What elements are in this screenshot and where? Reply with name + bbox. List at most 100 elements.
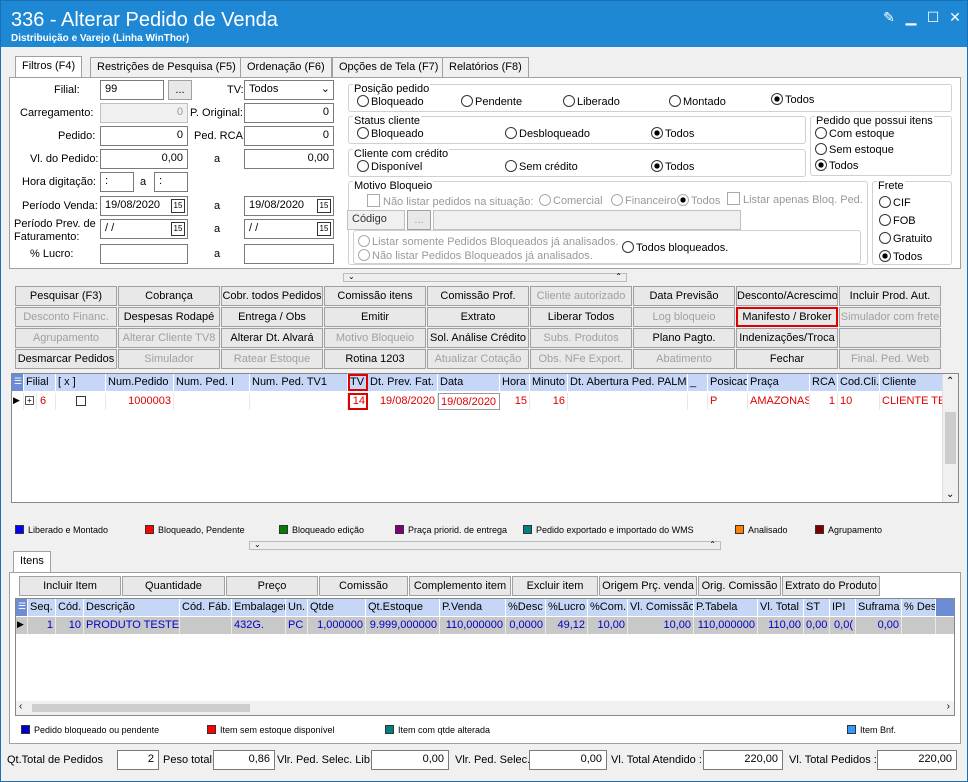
col-p-venda[interactable]: P.Venda: [440, 599, 506, 616]
col-cliente[interactable]: Cliente: [880, 374, 950, 391]
preco-button[interactable]: Preço: [226, 576, 318, 596]
origem-prc-venda-button[interactable]: Origem Prç. venda: [599, 576, 697, 596]
tv-select[interactable]: Todos ⌄: [244, 80, 334, 100]
lucro-from-input[interactable]: [100, 244, 188, 264]
credito-sem-radio[interactable]: Sem crédito: [505, 160, 578, 173]
nao-listar-checkbox[interactable]: Não listar pedidos na situação:: [367, 194, 533, 208]
ped-rca-input[interactable]: 0: [244, 126, 334, 146]
col-data[interactable]: Data: [438, 374, 500, 391]
chevron-right-icon[interactable]: ›: [947, 701, 950, 712]
col-hora[interactable]: Hora: [500, 374, 530, 391]
despesas-rodape-button[interactable]: Despesas Rodapé: [118, 307, 220, 327]
scroll-thumb[interactable]: [945, 412, 956, 464]
possui-todos-radio[interactable]: Todos: [815, 159, 858, 172]
col-embalagem[interactable]: Embalagem: [232, 599, 286, 616]
manifesto-broker-button[interactable]: Manifesto / Broker: [736, 307, 838, 327]
maximize-button[interactable]: ☐: [925, 9, 941, 25]
close-button[interactable]: ✕: [947, 9, 963, 25]
status-desbloqueado-radio[interactable]: Desbloqueado: [505, 127, 590, 140]
col-dt-abertura-ped-palm[interactable]: Dt. Abertura Ped. PALM: [568, 374, 688, 391]
complemento-item-button[interactable]: Complemento item: [409, 576, 511, 596]
cobr-todos-pedidos-button[interactable]: Cobr. todos Pedidos: [221, 286, 323, 306]
simulador-button[interactable]: Simulador: [118, 349, 220, 369]
col-rca[interactable]: RCA: [810, 374, 838, 391]
listar-somente-radio[interactable]: Listar somente Pedidos Bloqueados já ana…: [358, 235, 618, 248]
col-filial[interactable]: Filial: [24, 374, 56, 391]
cobranca-button[interactable]: Cobrança: [118, 286, 220, 306]
col-seq[interactable]: Seq.: [28, 599, 56, 616]
minimize-button[interactable]: ▁: [903, 9, 919, 25]
frete-todos-radio[interactable]: Todos: [879, 250, 922, 263]
codigo-lookup-button[interactable]: ...: [407, 210, 431, 230]
orig-comissao-button[interactable]: Orig. Comissão: [698, 576, 781, 596]
ratear-estoque-button[interactable]: Ratear Estoque: [221, 349, 323, 369]
table-row[interactable]: ▶ + 6 1000003 14 19/08/2020 19/08/2020 15 16 P A…: [12, 393, 950, 410]
log-bloqueio-button[interactable]: Log bloqueio: [633, 307, 735, 327]
col-descricao[interactable]: Descrição: [84, 599, 180, 616]
col-vl-total[interactable]: Vl. Total: [758, 599, 804, 616]
items-h-scrollbar[interactable]: ‹ ›: [16, 701, 954, 715]
rotina-1203-button[interactable]: Rotina 1203: [324, 349, 426, 369]
atualizar-cotacao-button[interactable]: Atualizar Cotação: [427, 349, 529, 369]
posicao-bloqueado-radio[interactable]: Bloqueado: [357, 95, 424, 108]
col-cod-fab[interactable]: Cód. Fáb.: [180, 599, 232, 616]
col-st[interactable]: ST: [804, 599, 830, 616]
pedido-input[interactable]: 0: [100, 126, 188, 146]
plano-pagto-button[interactable]: Plano Pagto.: [633, 328, 735, 348]
grid-menu-icon[interactable]: ☰: [12, 374, 24, 391]
todos-bloqueados-radio[interactable]: Todos bloqueados.: [622, 241, 728, 254]
fechar-button[interactable]: Fechar: [736, 349, 838, 369]
lucro-to-input[interactable]: [244, 244, 334, 264]
desconto-financ-button[interactable]: Desconto Financ.: [15, 307, 117, 327]
col-praca[interactable]: Praça: [748, 374, 810, 391]
motivo-bloqueio-button[interactable]: Motivo Bloqueio: [324, 328, 426, 348]
entrega-obs-button[interactable]: Entrega / Obs: [221, 307, 323, 327]
tab-ordenacao[interactable]: Ordenação (F6): [240, 57, 332, 77]
codigo-desc-input[interactable]: [433, 210, 741, 230]
motivo-financeiro-radio[interactable]: Financeiro: [611, 194, 676, 207]
possui-sem-estoque-radio[interactable]: Sem estoque: [815, 143, 894, 156]
calendar-icon[interactable]: 15: [171, 199, 185, 213]
status-bloqueado-radio[interactable]: Bloqueado: [357, 127, 424, 140]
carregamento-input[interactable]: 0: [100, 103, 188, 123]
motivo-comercial-radio[interactable]: Comercial: [539, 194, 603, 207]
splitter-top[interactable]: ⌄ ⌃: [343, 273, 627, 282]
row-select-checkbox[interactable]: [56, 393, 106, 410]
splitter-mid[interactable]: ⌄ ⌃: [249, 541, 721, 550]
p-original-input[interactable]: 0: [244, 103, 334, 123]
desmarcar-pedidos-button[interactable]: Desmarcar Pedidos: [15, 349, 117, 369]
table-row[interactable]: ▶ 110PRODUTO TESTE 1(432G.PC1,0000009.99…: [16, 617, 954, 634]
incluir-prod-aut-button[interactable]: Incluir Prod. Aut.: [839, 286, 941, 306]
col-lucro[interactable]: %Lucro: [546, 599, 588, 616]
edit-icon[interactable]: ✎: [881, 9, 897, 25]
col-x[interactable]: [ x ]: [56, 374, 106, 391]
col-cod-cli[interactable]: Cod.Cli.: [838, 374, 880, 391]
vl-pedido-to-input[interactable]: 0,00: [244, 149, 334, 169]
sol-analise-credito-button[interactable]: Sol. Análise Crédito: [427, 328, 529, 348]
calendar-icon[interactable]: 15: [317, 199, 331, 213]
col-dt-prev-fat[interactable]: Dt. Prev. Fat.: [368, 374, 438, 391]
hora-to-input[interactable]: :: [154, 172, 188, 192]
col-num-pedido[interactable]: Num.Pedido: [106, 374, 174, 391]
chevron-down-icon[interactable]: ⌄: [946, 489, 954, 500]
col-minuto[interactable]: Minuto: [530, 374, 568, 391]
col-un[interactable]: Un.: [286, 599, 308, 616]
cliente-autorizado-button[interactable]: Cliente autorizado: [530, 286, 632, 306]
col-blank[interactable]: _: [688, 374, 708, 391]
desconto-acrescimo-button[interactable]: Desconto/Acrescimo: [736, 286, 838, 306]
scroll-thumb[interactable]: [32, 704, 250, 712]
filial-input[interactable]: 99: [100, 80, 164, 100]
posicao-montado-radio[interactable]: Montado: [669, 95, 726, 108]
col-tv[interactable]: TV: [348, 374, 368, 391]
tab-relatorios[interactable]: Relatórios (F8): [442, 57, 529, 77]
listar-apenas-checkbox[interactable]: Listar apenas Bloq. Ped.: [727, 192, 863, 206]
col-suframa[interactable]: Suframa: [856, 599, 902, 616]
periodo-prev-from-input[interactable]: / / 15: [100, 219, 188, 239]
periodo-venda-from-input[interactable]: 19/08/2020 15: [100, 196, 188, 216]
filial-lookup-button[interactable]: ...: [168, 80, 192, 100]
posicao-pendente-radio[interactable]: Pendente: [461, 95, 522, 108]
col-qt-estoque[interactable]: Qt.Estoque: [366, 599, 440, 616]
col-com[interactable]: %Com.: [588, 599, 628, 616]
motivo-todos-radio[interactable]: Todos: [677, 194, 720, 207]
comissao-button[interactable]: Comissão: [319, 576, 408, 596]
